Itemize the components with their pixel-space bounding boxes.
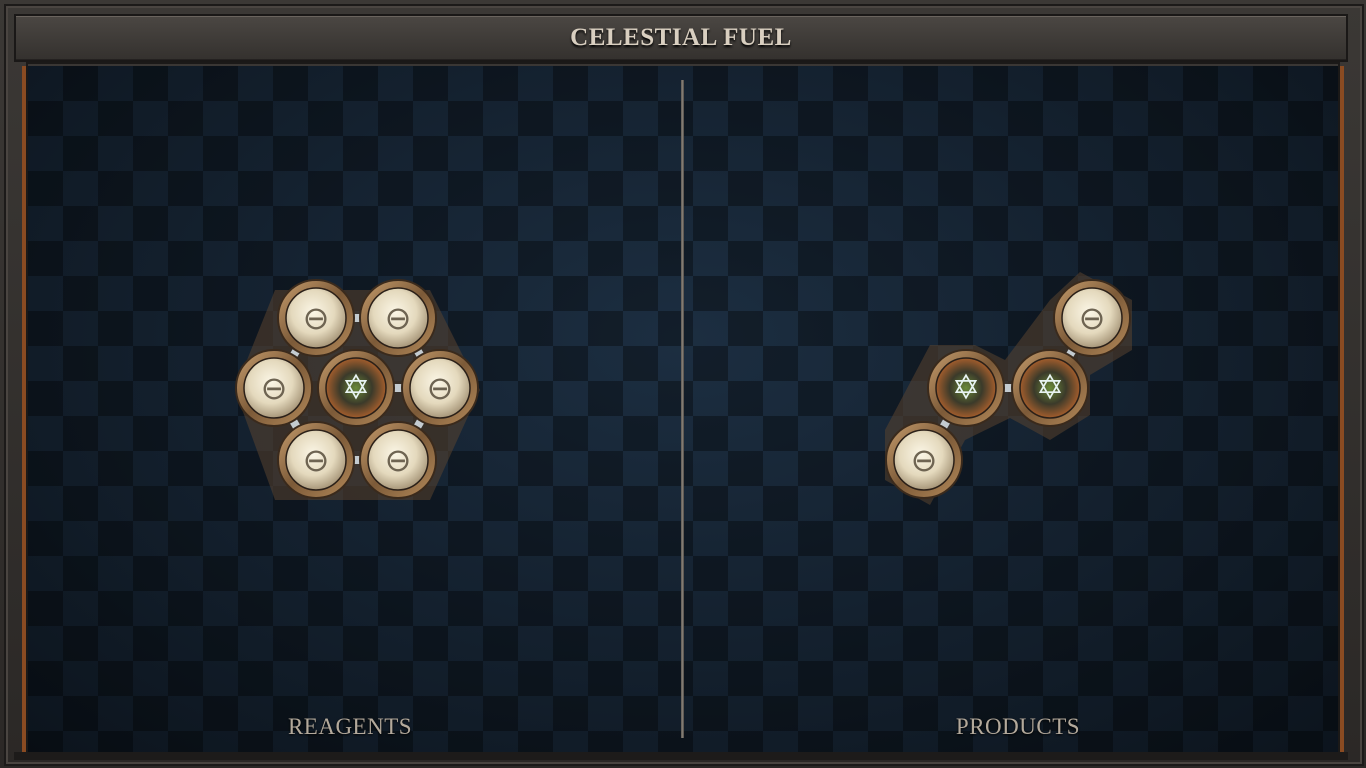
salt-atom: ⊖: [1053, 279, 1131, 357]
reagent-atoms: ⊖ ⊖ ⊖ ✡ ⊖ ⊖ ⊖: [235, 279, 479, 499]
salt-atom: ⊖: [277, 421, 355, 499]
aether-symbol-icon: ✡: [342, 368, 371, 408]
aether-atom: ✡: [1011, 349, 1089, 427]
aether-symbol-icon: ✡: [1036, 368, 1065, 408]
salt-symbol-icon: ⊖: [385, 441, 412, 479]
salt-atom: ⊖: [359, 279, 437, 357]
salt-atom: ⊖: [885, 421, 963, 499]
salt-symbol-icon: ⊖: [427, 369, 454, 407]
salt-symbol-icon: ⊖: [1079, 299, 1106, 337]
salt-atom: ⊖: [235, 349, 313, 427]
salt-atom: ⊖: [401, 349, 479, 427]
salt-symbol-icon: ⊖: [303, 299, 330, 337]
salt-symbol-icon: ⊖: [261, 369, 288, 407]
reagents-label: REAGENTS: [287, 714, 413, 739]
salt-atom: ⊖: [277, 279, 355, 357]
products-label: PRODUCTS: [955, 714, 1081, 739]
aether-symbol-icon: ✡: [952, 368, 981, 408]
salt-symbol-icon: ⊖: [911, 441, 938, 479]
bottom-bar: [14, 752, 1348, 760]
salt-atom: ⊖: [359, 421, 437, 499]
aether-atom: ✡: [927, 349, 1005, 427]
salt-symbol-icon: ⊖: [303, 441, 330, 479]
atoms-layer: ⊖ ⊖ ⊖ ✡ ⊖ ⊖ ⊖ ⊖ ✡ ✡ ⊖: [235, 279, 1131, 499]
aether-atom: ✡: [317, 349, 395, 427]
salt-symbol-icon: ⊖: [385, 299, 412, 337]
product-atoms: ⊖ ✡ ✡ ⊖: [885, 279, 1131, 499]
